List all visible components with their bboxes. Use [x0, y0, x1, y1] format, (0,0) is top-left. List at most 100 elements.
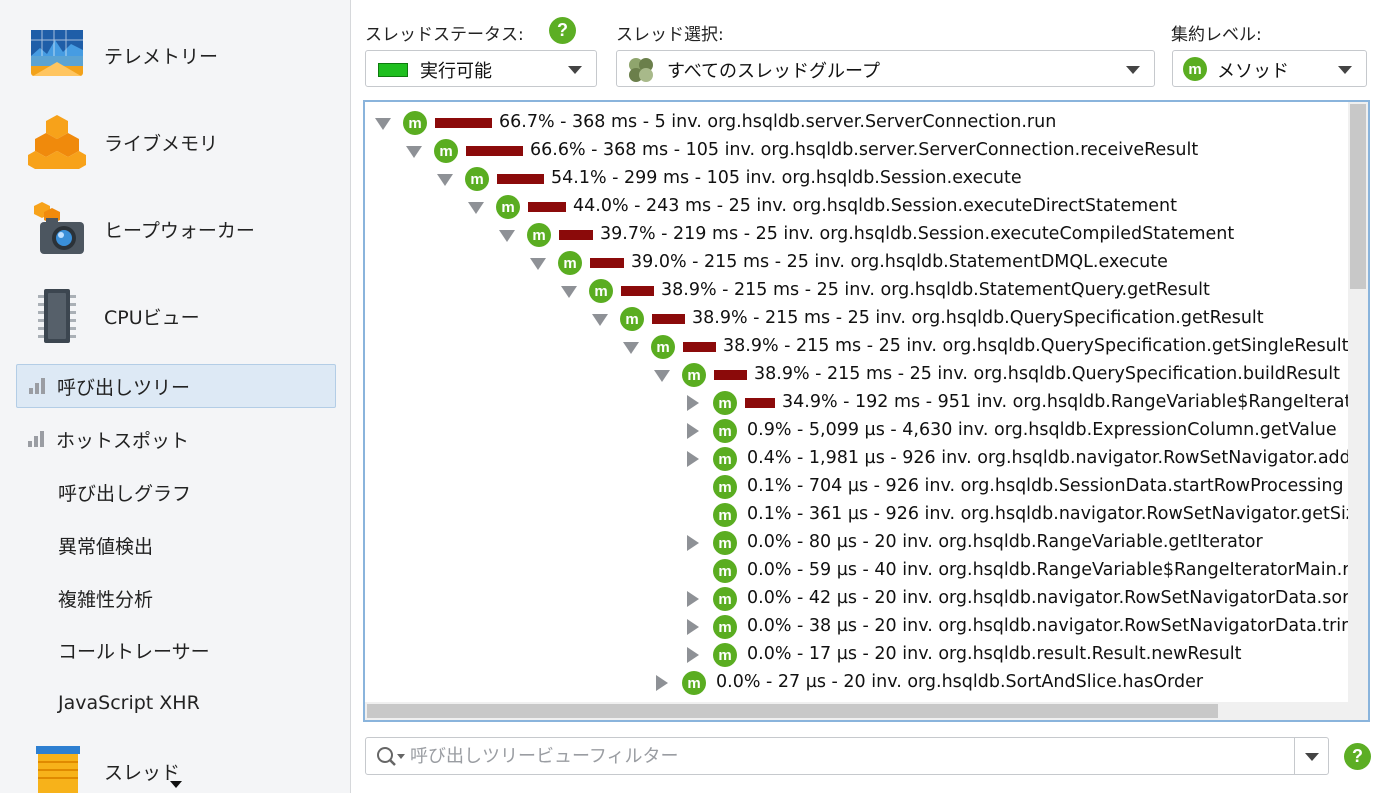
sidebar-item-telemetry[interactable]: テレメトリー	[0, 12, 350, 98]
tree-row[interactable]: m 0.0% - 80 µs - 20 inv. org.hsqldb.Range…	[365, 529, 1350, 557]
tree-row-label: 38.9% - 215 ms - 25 inv. org.hsqldb.Quer…	[754, 364, 1340, 384]
method-icon: m	[651, 335, 675, 359]
method-icon: m	[465, 167, 489, 191]
expand-open-icon[interactable]	[375, 118, 391, 130]
sidebar: テレメトリー ライブメモリ ヒープウォーカー CPUビュー 呼び出しツリー ホッ…	[0, 0, 351, 793]
expand-closed-icon[interactable]	[687, 647, 699, 663]
tree-row[interactable]: m 34.9% - 192 ms - 951 inv. org.hsqldb.Ra…	[365, 389, 1350, 417]
tree-row[interactable]: m 0.0% - 17 µs - 20 inv. org.hsqldb.resul…	[365, 641, 1350, 669]
expand-closed-icon[interactable]	[687, 395, 699, 411]
tree-row[interactable]: m 38.9% - 215 ms - 25 inv. org.hsqldb.Sta…	[365, 277, 1350, 305]
tree-row[interactable]: m 0.0% - 38 µs - 20 inv. org.hsqldb.navig…	[365, 613, 1350, 641]
percentage-bar	[559, 230, 593, 240]
live-memory-icon	[28, 115, 86, 169]
filter-divider	[1294, 738, 1295, 774]
filter-input[interactable]	[410, 740, 1290, 772]
tree-row[interactable]: m 66.6% - 368 ms - 105 inv. org.hsqldb.se…	[365, 137, 1350, 165]
sidebar-item-label: テレメトリー	[104, 45, 219, 68]
expand-open-icon[interactable]	[592, 314, 608, 326]
sidebar-item-label: 呼び出しツリー	[57, 376, 191, 399]
sidebar-item-label: CPUビュー	[104, 306, 200, 329]
tree-row[interactable]: m 54.1% - 299 ms - 105 inv. org.hsqldb.Se…	[365, 165, 1350, 193]
tree-row[interactable]: m 38.9% - 215 ms - 25 inv. org.hsqldb.Que…	[365, 305, 1350, 333]
expand-closed-icon[interactable]	[687, 535, 699, 551]
help-icon[interactable]: ?	[549, 17, 576, 44]
expand-closed-icon[interactable]	[687, 619, 699, 635]
expand-open-icon[interactable]	[654, 370, 670, 382]
tree-row[interactable]: m 0.0% - 27 µs - 20 inv. org.hsqldb.SortA…	[365, 669, 1350, 697]
sidebar-item-outlier-detection[interactable]: 異常値検出	[16, 523, 336, 567]
horizontal-scrollbar[interactable]	[365, 702, 1368, 720]
thread-selection-dropdown[interactable]: すべてのスレッドグループ	[616, 50, 1155, 87]
sidebar-item-live-memory[interactable]: ライブメモリ	[0, 99, 350, 185]
expand-open-icon[interactable]	[437, 174, 453, 186]
thread-status-value: 実行可能	[420, 61, 492, 82]
expand-open-icon[interactable]	[406, 146, 422, 158]
sidebar-item-call-tree[interactable]: 呼び出しツリー	[16, 364, 336, 408]
bar-chart-icon	[29, 378, 47, 394]
tree-row[interactable]: m 0.0% - 42 µs - 20 inv. org.hsqldb.navig…	[365, 585, 1350, 613]
tree-row[interactable]: m 0.0% - 59 µs - 40 inv. org.hsqldb.Range…	[365, 557, 1350, 585]
thread-status-label: スレッドステータス:	[365, 25, 524, 45]
method-icon: m	[713, 587, 737, 611]
percentage-bar	[528, 202, 566, 212]
method-icon: m	[713, 503, 737, 527]
sidebar-item-label: 呼び出しグラフ	[58, 482, 192, 505]
tree-row-label: 54.1% - 299 ms - 105 inv. org.hsqldb.Ses…	[551, 168, 1022, 188]
sidebar-item-call-tracer[interactable]: コールトレーサー	[16, 628, 336, 672]
tree-row-label: 0.1% - 704 µs - 926 inv. org.hsqldb.Sess…	[747, 476, 1344, 496]
tree-row[interactable]: m 0.1% - 361 µs - 926 inv. org.hsqldb.nav…	[365, 501, 1350, 529]
tree-row[interactable]: m 38.9% - 215 ms - 25 inv. org.hsqldb.Que…	[365, 333, 1350, 361]
tree-row-label: 44.0% - 243 ms - 25 inv. org.hsqldb.Sess…	[573, 196, 1177, 216]
thread-selection-value: すべてのスレッドグループ	[667, 61, 880, 82]
tree-row-label: 0.0% - 17 µs - 20 inv. org.hsqldb.result…	[747, 644, 1242, 664]
expand-closed-icon[interactable]	[656, 675, 668, 691]
expand-closed-icon[interactable]	[687, 451, 699, 467]
tree-row[interactable]: m 0.1% - 704 µs - 926 inv. org.hsqldb.Ses…	[365, 473, 1350, 501]
sidebar-item-hot-spots[interactable]: ホットスポット	[16, 417, 336, 461]
runnable-swatch-icon	[378, 63, 408, 77]
cpu-chip-icon	[38, 289, 76, 343]
thread-status-dropdown[interactable]: 実行可能	[365, 50, 597, 87]
percentage-bar	[435, 118, 492, 128]
tree-row[interactable]: m 66.7% - 368 ms - 5 inv. org.hsqldb.serv…	[365, 109, 1350, 137]
call-tree-rows: m 66.7% - 368 ms - 5 inv. org.hsqldb.serv…	[365, 102, 1350, 702]
expand-open-icon[interactable]	[530, 258, 546, 270]
sidebar-item-javascript-xhr[interactable]: JavaScript XHR	[16, 681, 336, 725]
method-icon: m	[713, 643, 737, 667]
method-icon: m	[713, 391, 737, 415]
vertical-scrollbar-thumb[interactable]	[1350, 104, 1366, 289]
method-icon: m	[713, 559, 737, 583]
sidebar-item-heap-walker[interactable]: ヒープウォーカー	[0, 186, 350, 272]
tree-row[interactable]: m 0.4% - 1,981 µs - 926 inv. org.hsqldb.n…	[365, 445, 1350, 473]
tree-row-label: 38.9% - 215 ms - 25 inv. org.hsqldb.Quer…	[692, 308, 1264, 328]
sidebar-item-call-graph[interactable]: 呼び出しグラフ	[16, 470, 336, 514]
tree-row-label: 0.0% - 42 µs - 20 inv. org.hsqldb.naviga…	[747, 588, 1350, 608]
sidebar-item-complexity-analysis[interactable]: 複雑性分析	[16, 576, 336, 620]
bar-chart-icon	[28, 431, 46, 447]
percentage-bar	[683, 342, 716, 352]
sidebar-scroll-down-icon[interactable]	[170, 781, 182, 788]
chevron-down-icon[interactable]	[1305, 753, 1319, 761]
tree-row[interactable]: m 0.9% - 5,099 µs - 4,630 inv. org.hsqldb…	[365, 417, 1350, 445]
expand-closed-icon[interactable]	[687, 591, 699, 607]
vertical-scrollbar[interactable]	[1348, 102, 1368, 702]
tree-row[interactable]: m 39.0% - 215 ms - 25 inv. org.hsqldb.Sta…	[365, 249, 1350, 277]
tree-row[interactable]: m 39.7% - 219 ms - 25 inv. org.hsqldb.Ses…	[365, 221, 1350, 249]
sidebar-item-label: JavaScript XHR	[58, 692, 200, 714]
tree-row[interactable]: m 44.0% - 243 ms - 25 inv. org.hsqldb.Ses…	[365, 193, 1350, 221]
sidebar-item-cpu-views[interactable]: CPUビュー	[0, 273, 350, 359]
expand-open-icon[interactable]	[468, 202, 484, 214]
aggregation-label: 集約レベル:	[1171, 25, 1262, 45]
call-tree-view[interactable]: m 66.7% - 368 ms - 5 inv. org.hsqldb.serv…	[363, 100, 1370, 722]
method-icon: m	[682, 363, 706, 387]
filter-help-icon[interactable]: ?	[1344, 743, 1371, 770]
tree-row[interactable]: m 38.9% - 215 ms - 25 inv. org.hsqldb.Que…	[365, 361, 1350, 389]
expand-open-icon[interactable]	[561, 286, 577, 298]
expand-open-icon[interactable]	[623, 342, 639, 354]
aggregation-dropdown[interactable]: m メソッド	[1172, 50, 1367, 87]
call-tree-filter[interactable]	[365, 737, 1329, 775]
expand-closed-icon[interactable]	[687, 423, 699, 439]
expand-open-icon[interactable]	[499, 230, 515, 242]
horizontal-scrollbar-thumb[interactable]	[367, 704, 1218, 718]
